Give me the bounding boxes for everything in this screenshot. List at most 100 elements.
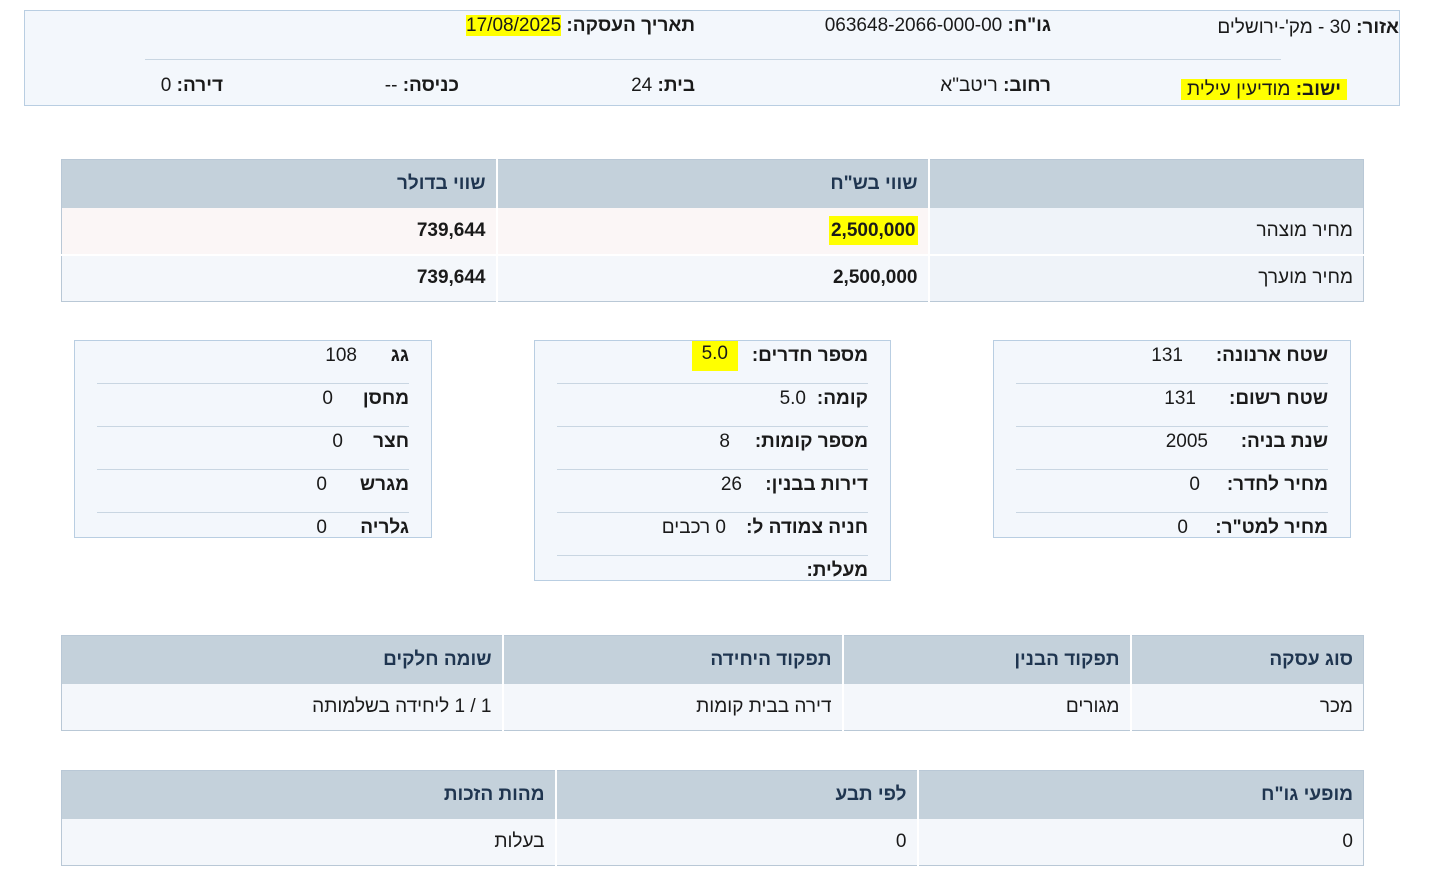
- street-field: רחוב: ריטב"א: [940, 75, 1051, 97]
- gush-value: 063648-2066-000-00: [824, 15, 1003, 36]
- apartment-field: דירה: 0: [161, 75, 223, 97]
- storage-value: 0: [322, 388, 333, 409]
- settlement-label: ישוב:: [1295, 79, 1341, 100]
- building-use-value: מגורים: [841, 683, 1131, 731]
- deal-type-header: סוג עסקה: [1129, 635, 1364, 684]
- parts-assessment-value: 1 / 1 ליחידה בשלמותה: [61, 683, 503, 731]
- apartment-label: דירה:: [176, 75, 223, 96]
- rooms-value: 5.0: [691, 341, 738, 371]
- list-item: חצר 0: [97, 427, 409, 470]
- extras-box: גג 108 מחסן 0 חצר 0 מגרש 0 גלריה 0: [74, 340, 432, 538]
- unit-use-header: תפקוד היחידה: [501, 635, 843, 684]
- settlement-value: מודיעין עילית: [1187, 79, 1291, 100]
- street-label: רחוב:: [1003, 75, 1051, 96]
- list-item: מגרש 0: [97, 470, 409, 513]
- list-item: גג 108: [97, 341, 409, 384]
- price-per-room-label: מחיר לחדר:: [1226, 474, 1328, 495]
- list-item: שטח ארנונה: 131: [1016, 341, 1328, 384]
- list-item: מספר קומות: 8: [557, 427, 868, 470]
- rooms-label: מספר חדרים:: [751, 345, 868, 366]
- list-item: מעלית:: [557, 556, 868, 598]
- apartments-in-building-label: דירות בבנין:: [765, 474, 868, 495]
- price-table: שווי בש"ח שווי בדולר מחיר מוצהר 2,500,00…: [61, 159, 1364, 302]
- declared-price-usd: 739,644: [61, 207, 497, 255]
- street-value: ריטב"א: [940, 75, 998, 96]
- registered-area-value: 131: [1164, 388, 1196, 409]
- gallery-label: גלריה: [360, 517, 409, 538]
- floors-count-label: מספר קומות:: [754, 431, 868, 452]
- price-per-room-value: 0: [1189, 474, 1200, 495]
- price-table-header: שווי בש"ח שווי בדולר: [61, 159, 1364, 208]
- list-item: מספר חדרים: 5.0: [557, 341, 868, 384]
- table-row: 0 0 בעלות: [61, 818, 1364, 866]
- estimated-price-ils: 2,500,000: [495, 253, 929, 302]
- lot-value: 0: [316, 474, 327, 495]
- declared-price-ils: 2,500,000: [495, 207, 929, 255]
- gush-field: גו"ח: 063648-2066-000-00: [825, 15, 1051, 37]
- property-area-box: שטח ארנונה: 131 שטח רשום: 131 שנת בניה: 200…: [993, 340, 1351, 538]
- deal-type-table: סוג עסקה תפקוד הבנין תפקוד היחידה שומה ח…: [61, 635, 1364, 731]
- entrance-field: כניסה: --: [385, 75, 459, 97]
- house-value: 24: [631, 75, 653, 96]
- storage-label: מחסן: [362, 388, 409, 409]
- roof-label: גג: [390, 345, 409, 366]
- elevator-label: מעלית:: [806, 560, 868, 581]
- list-item: קומה: 5.0: [557, 384, 868, 427]
- house-label: בית:: [657, 75, 695, 96]
- deal-type-value: מכר: [1129, 683, 1364, 731]
- settlement-field: ישוב: מודיעין עילית: [1181, 79, 1347, 101]
- right-type-value: בעלות: [61, 818, 556, 866]
- arnona-area-label: שטח ארנונה:: [1215, 345, 1328, 366]
- by-plan-value: 0: [554, 818, 918, 866]
- parking-label: חניה צמודה ל:: [746, 517, 868, 538]
- area-value: 30 - מק'-ירושלים: [1217, 17, 1351, 38]
- gush-occurrences-value: 0: [916, 818, 1364, 866]
- building-details-box: מספר חדרים: 5.0 קומה: 5.0 מספר קומות: 8 דיר…: [534, 340, 891, 581]
- floor-value: 5.0: [779, 388, 806, 409]
- list-item: מחיר לחדר: 0: [1016, 470, 1328, 513]
- price-header-usd: שווי בדולר: [61, 159, 497, 208]
- price-per-sqm-value: 0: [1177, 517, 1188, 538]
- parts-assessment-header: שומה חלקים: [61, 635, 503, 684]
- gush-occurrences-header: מופעי גו"ח: [916, 770, 1364, 819]
- entrance-label: כניסה:: [402, 75, 459, 96]
- date-label: תאריך העסקה:: [566, 15, 695, 36]
- date-field: תאריך העסקה: 17/08/2025: [466, 15, 695, 37]
- table-row: מחיר מוערך 2,500,000 739,644: [61, 253, 1364, 302]
- list-item: שטח רשום: 131: [1016, 384, 1328, 427]
- list-item: שנת בניה: 2005: [1016, 427, 1328, 470]
- roof-value: 108: [325, 345, 357, 366]
- entrance-value: --: [384, 75, 398, 96]
- date-value: 17/08/2025: [466, 15, 562, 36]
- table-row: מכר מגורים דירה בבית קומות 1 / 1 ליחידה …: [61, 683, 1364, 731]
- parking-value: 0 רכבים: [661, 517, 726, 538]
- arnona-area-value: 131: [1151, 345, 1183, 366]
- estimated-price-label: מחיר מוערך: [927, 253, 1364, 302]
- floors-count-value: 8: [719, 431, 730, 452]
- rights-table: מופעי גו"ח לפי תבע מהות הזכות 0 0 בעלות: [61, 770, 1364, 866]
- apartment-value: 0: [160, 75, 172, 96]
- build-year-label: שנת בניה:: [1240, 431, 1328, 452]
- declared-price-label: מחיר מוצהר: [927, 207, 1364, 255]
- area-label: אזור:: [1356, 17, 1399, 38]
- rights-table-header: מופעי גו"ח לפי תבע מהות הזכות: [61, 770, 1364, 819]
- unit-use-value: דירה בבית קומות: [501, 683, 843, 731]
- estimated-price-usd: 739,644: [61, 253, 497, 302]
- building-use-header: תפקוד הבנין: [841, 635, 1131, 684]
- list-item: דירות בבנין: 26: [557, 470, 868, 513]
- table-row: מחיר מוצהר 2,500,000 739,644: [61, 207, 1364, 255]
- deal-header: אזור: 30 - מק'-ירושלים גו"ח: 063648-2066…: [24, 10, 1400, 106]
- price-per-sqm-label: מחיר למט"ר:: [1215, 517, 1328, 538]
- floor-label: קומה:: [816, 388, 868, 409]
- area-field: אזור: 30 - מק'-ירושלים: [1159, 17, 1399, 39]
- price-header-label: [927, 159, 1364, 208]
- list-item: מחיר למט"ר: 0: [1016, 513, 1328, 555]
- build-year-value: 2005: [1165, 431, 1208, 452]
- gush-label: גו"ח:: [1007, 15, 1051, 36]
- list-item: מחסן 0: [97, 384, 409, 427]
- by-plan-header: לפי תבע: [554, 770, 918, 819]
- house-field: בית: 24: [631, 75, 695, 97]
- list-item: גלריה 0: [97, 513, 409, 555]
- apartments-in-building-value: 26: [720, 474, 742, 495]
- deal-table-header: סוג עסקה תפקוד הבנין תפקוד היחידה שומה ח…: [61, 635, 1364, 684]
